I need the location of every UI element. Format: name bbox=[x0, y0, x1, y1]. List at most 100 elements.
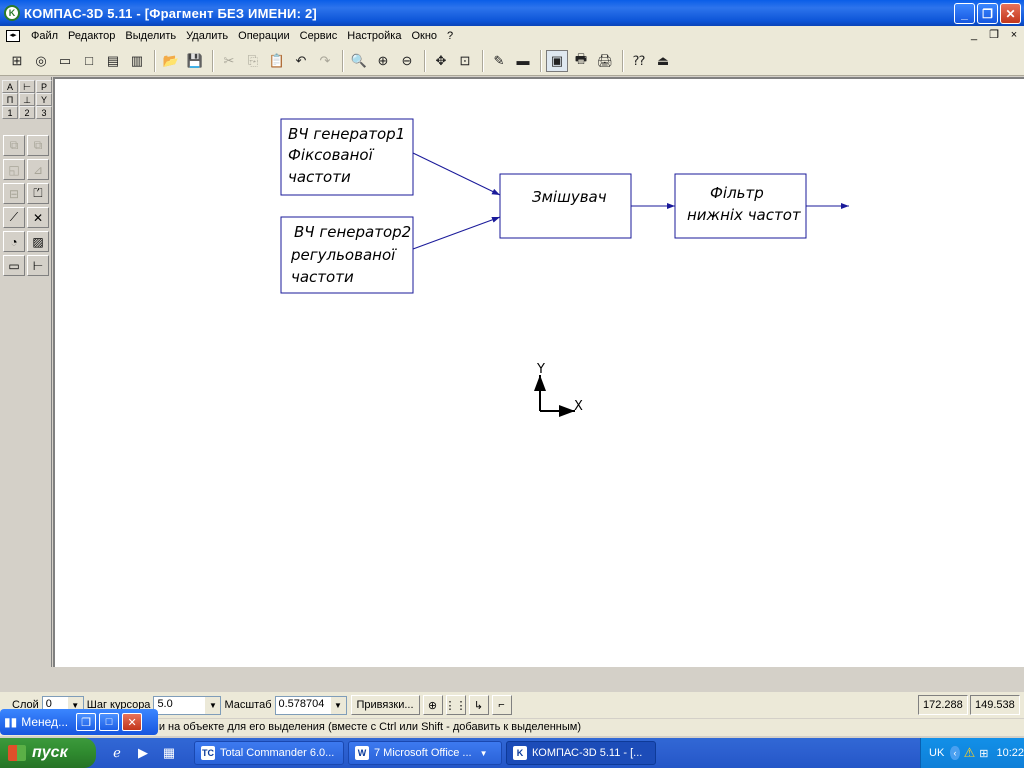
open-folder-icon[interactable]: 📂 bbox=[160, 50, 182, 72]
scale-select[interactable]: 0.578704 ▼ bbox=[274, 695, 347, 715]
internet-explorer-icon[interactable]: ℯ bbox=[106, 742, 128, 764]
start-label: пуск bbox=[32, 744, 68, 761]
zoom-in-icon[interactable]: ⊕ bbox=[372, 50, 394, 72]
print-icon[interactable]: 🖨 bbox=[594, 50, 616, 72]
copy-icon[interactable]: ⎘ bbox=[242, 50, 264, 72]
task-kompas[interactable]: K КОМПАС-3D 5.11 - [... bbox=[506, 741, 656, 765]
new-assembly-icon[interactable]: ⊞ bbox=[6, 50, 28, 72]
orthogonal-mode-icon[interactable]: ↳ bbox=[468, 695, 489, 715]
break-line-icon[interactable]: ⊢ bbox=[27, 255, 49, 276]
new-part-icon[interactable]: ◎ bbox=[30, 50, 52, 72]
cut-icon[interactable]: ✂ bbox=[218, 50, 240, 72]
show-all-icon[interactable]: ⊡ bbox=[454, 50, 476, 72]
menu-help[interactable]: ? bbox=[442, 30, 458, 42]
connection-gen2-mixer[interactable] bbox=[412, 216, 501, 250]
tray-expand-icon[interactable]: ‹ bbox=[950, 746, 960, 760]
zoom-window-icon[interactable]: 🔍 bbox=[348, 50, 370, 72]
manager-mini-window[interactable]: ▮▮ Менед... ❐ □ ✕ bbox=[0, 709, 158, 735]
manager-restore-button[interactable]: ❐ bbox=[76, 713, 97, 731]
axis-x-label: X bbox=[574, 399, 583, 414]
task-microsoft-office[interactable]: W 7 Microsoft Office ... ▼ bbox=[348, 741, 502, 765]
tool-mode-button[interactable]: П bbox=[2, 93, 18, 106]
redraw-icon[interactable]: ✎ bbox=[488, 50, 510, 72]
rotate-object-icon[interactable]: ◱ bbox=[3, 159, 25, 180]
tool-mode-button[interactable]: 3 bbox=[36, 106, 52, 119]
hatch-icon[interactable]: ▨ bbox=[27, 231, 49, 252]
doc-close-button[interactable]: × bbox=[1006, 28, 1022, 42]
drawing-canvas[interactable]: ВЧ генератор1 Фіксованої частоти ВЧ гене… bbox=[53, 77, 1024, 667]
menu-service[interactable]: Сервис bbox=[295, 30, 343, 42]
grid-icon[interactable]: ⋮⋮ bbox=[445, 695, 467, 715]
snap-settings-icon[interactable]: ⊕ bbox=[422, 695, 443, 715]
kompas-logo-icon[interactable]: K bbox=[4, 5, 20, 21]
tool-mode-button[interactable]: ⊥ bbox=[19, 93, 35, 106]
deform-object-icon[interactable]: ⏍ bbox=[27, 183, 49, 204]
help-pointer-icon[interactable]: ⁇ bbox=[628, 50, 650, 72]
show-desktop-icon[interactable]: ▦ bbox=[158, 742, 180, 764]
break-curve-icon[interactable]: ✕ bbox=[27, 207, 49, 228]
zoom-out-icon[interactable]: ⊖ bbox=[396, 50, 418, 72]
paste-icon[interactable]: 📋 bbox=[266, 50, 288, 72]
menu-delete[interactable]: Удалить bbox=[181, 30, 233, 42]
pan-icon[interactable]: ✥ bbox=[430, 50, 452, 72]
object-properties-icon[interactable]: ▬ bbox=[512, 50, 534, 72]
block-mixer-label: Змішувач bbox=[532, 188, 607, 206]
step-mode-icon[interactable]: ⌐ bbox=[491, 695, 512, 715]
doc-minimize-button[interactable]: _ bbox=[966, 28, 982, 42]
exit-icon[interactable]: ⏏ bbox=[652, 50, 674, 72]
redo-icon[interactable]: ↷ bbox=[314, 50, 336, 72]
clock: 10:22 bbox=[996, 747, 1024, 759]
start-button[interactable]: пуск bbox=[0, 738, 96, 768]
new-text-document-icon[interactable]: ▤ bbox=[102, 50, 124, 72]
cursor-step-select[interactable]: 5.0 ▼ bbox=[153, 695, 222, 715]
main-toolbar: ⊞ ◎ ▭ □ ▤ ▥ 📂 💾 ✂ ⎘ 📋 ↶ ↷ 🔍 ⊕ ⊖ ✥ ⊡ ✎ ▬ ▣ 🖶 🖨 ⁇ ⏏ bbox=[0, 46, 1024, 76]
equidistant-icon[interactable]: ▭ bbox=[3, 255, 25, 276]
task-total-commander[interactable]: TC Total Commander 6.0... bbox=[194, 741, 344, 765]
menu-settings[interactable]: Настройка bbox=[342, 30, 406, 42]
tool-mode-button[interactable]: 2 bbox=[19, 106, 35, 119]
toolbar-separator bbox=[424, 49, 426, 72]
document-icon[interactable]: ◂▸ bbox=[6, 30, 20, 42]
toolbar-separator bbox=[212, 49, 214, 72]
chevron-down-icon[interactable]: ▼ bbox=[330, 696, 346, 714]
scale-object-icon[interactable]: ⊿ bbox=[27, 159, 49, 180]
tool-mode-button[interactable]: P bbox=[36, 80, 52, 93]
media-player-icon[interactable]: ▶ bbox=[132, 742, 154, 764]
save-icon[interactable]: 💾 bbox=[184, 50, 206, 72]
move-object-icon[interactable]: ⧉ bbox=[27, 135, 49, 156]
connection-gen1-mixer[interactable] bbox=[412, 152, 501, 196]
new-drawing-icon[interactable]: ▭ bbox=[54, 50, 76, 72]
menu-operations[interactable]: Операции bbox=[233, 30, 294, 42]
copy-object-icon[interactable]: ⧉ bbox=[3, 135, 25, 156]
maximize-button[interactable]: ❐ bbox=[977, 3, 998, 24]
minimize-button[interactable]: _ bbox=[954, 3, 975, 24]
close-button[interactable]: ✕ bbox=[1000, 3, 1021, 24]
manager-icon: ▮▮ bbox=[4, 715, 18, 729]
network-icon[interactable]: ⊞ bbox=[979, 747, 988, 760]
tool-mode-button[interactable]: ⊢ bbox=[19, 80, 35, 93]
tool-mode-button[interactable]: Y bbox=[36, 93, 52, 106]
system-tray: UK ‹ ⚠ ⊞ 10:22 bbox=[920, 738, 1024, 768]
menu-file[interactable]: Файл bbox=[26, 30, 63, 42]
menu-select[interactable]: Выделить bbox=[120, 30, 181, 42]
new-specification-icon[interactable]: ▥ bbox=[126, 50, 148, 72]
trim-curve-icon[interactable]: ⟋ bbox=[3, 207, 25, 228]
new-fragment-icon[interactable]: □ bbox=[78, 50, 100, 72]
menu-editor[interactable]: Редактор bbox=[63, 30, 120, 42]
fillet-icon[interactable]: ◔ bbox=[3, 231, 25, 252]
warning-icon[interactable]: ⚠ bbox=[964, 745, 976, 761]
print-preview-icon[interactable]: 🖶 bbox=[570, 50, 592, 72]
undo-icon[interactable]: ↶ bbox=[290, 50, 312, 72]
manager-icon[interactable]: ▣ bbox=[546, 49, 568, 72]
language-indicator[interactable]: UK bbox=[929, 747, 944, 759]
snaps-button[interactable]: Привязки... bbox=[350, 695, 420, 715]
tool-mode-button[interactable]: A bbox=[2, 80, 18, 93]
manager-close-button[interactable]: ✕ bbox=[122, 713, 143, 731]
tool-mode-row: 123 bbox=[1, 106, 52, 119]
doc-restore-button[interactable]: ❐ bbox=[986, 28, 1002, 42]
chevron-down-icon[interactable]: ▼ bbox=[205, 696, 221, 714]
mirror-object-icon[interactable]: ⊟ bbox=[3, 183, 25, 204]
manager-maximize-button[interactable]: □ bbox=[99, 713, 120, 731]
menu-window[interactable]: Окно bbox=[406, 30, 442, 42]
tool-mode-button[interactable]: 1 bbox=[2, 106, 18, 119]
